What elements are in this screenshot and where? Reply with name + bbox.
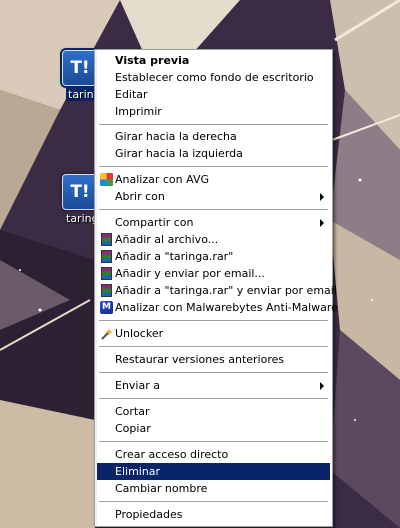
- menu-item-label: Propiedades: [115, 508, 183, 521]
- menu-item-label: Añadir a "taringa.rar" y enviar por emai…: [115, 284, 337, 297]
- menu-item-label: Compartir con: [115, 216, 194, 229]
- menu-item-imprimir[interactable]: Imprimir: [97, 103, 330, 120]
- avg-icon: [100, 173, 113, 186]
- winrar-icon: [101, 233, 112, 246]
- submenu-arrow-icon: [320, 219, 324, 227]
- menu-item-malwarebytes[interactable]: Analizar con Malwarebytes Anti-Malware: [97, 299, 338, 316]
- submenu-arrow-icon: [320, 382, 324, 390]
- menu-item-anadir-rar-enviar-email[interactable]: Añadir a "taringa.rar" y enviar por emai…: [97, 282, 337, 299]
- menu-item-anadir-archivo[interactable]: Añadir al archivo...: [97, 231, 330, 248]
- menu-item-anadir-taringa-rar[interactable]: Añadir a "taringa.rar": [97, 248, 330, 265]
- malwarebytes-icon: [100, 299, 113, 316]
- taringa-logo-icon: T!: [60, 48, 100, 88]
- taringa-logo-icon: T!: [62, 174, 98, 210]
- menu-item-compartir-con[interactable]: Compartir con: [97, 214, 330, 231]
- menu-separator: [99, 372, 328, 374]
- menu-item-label: Restaurar versiones anteriores: [115, 353, 285, 366]
- menu-separator: [99, 320, 328, 322]
- menu-item-label: Abrir con: [115, 190, 165, 203]
- menu-item-cortar[interactable]: Cortar: [97, 403, 330, 420]
- winrar-icon: [101, 284, 112, 297]
- menu-item-analizar-avg[interactable]: Analizar con AVG: [97, 171, 330, 188]
- menu-separator: [99, 124, 328, 126]
- menu-item-unlocker[interactable]: Unlocker: [97, 325, 330, 342]
- menu-item-editar[interactable]: Editar: [97, 86, 330, 103]
- menu-item-label: Añadir a "taringa.rar": [115, 250, 234, 263]
- menu-item-label: Establecer como fondo de escritorio: [115, 71, 314, 84]
- menu-item-label: Crear acceso directo: [115, 448, 229, 461]
- menu-separator: [99, 398, 328, 400]
- menu-item-label: Cortar: [115, 405, 150, 418]
- menu-item-girar-izquierda[interactable]: Girar hacia la izquierda: [97, 145, 330, 162]
- menu-item-abrir-con[interactable]: Abrir con: [97, 188, 330, 205]
- menu-item-label: Enviar a: [115, 379, 160, 392]
- menu-item-restaurar-versiones[interactable]: Restaurar versiones anteriores: [97, 351, 330, 368]
- menu-item-propiedades[interactable]: Propiedades: [97, 506, 330, 523]
- menu-item-label: Girar hacia la izquierda: [115, 147, 243, 160]
- context-menu: Vista previa Establecer como fondo de es…: [94, 49, 338, 527]
- menu-item-enviar-a[interactable]: Enviar a: [97, 377, 330, 394]
- menu-separator: [99, 209, 328, 211]
- menu-item-label: Editar: [115, 88, 148, 101]
- menu-separator: [99, 501, 328, 503]
- menu-item-fondo-escritorio[interactable]: Establecer como fondo de escritorio: [97, 69, 330, 86]
- winrar-icon: [101, 250, 112, 263]
- menu-item-cambiar-nombre[interactable]: Cambiar nombre: [97, 480, 330, 497]
- menu-item-anadir-enviar-email[interactable]: Añadir y enviar por email...: [97, 265, 330, 282]
- menu-separator: [99, 346, 328, 348]
- submenu-arrow-icon: [320, 193, 324, 201]
- winrar-icon: [101, 267, 112, 280]
- menu-separator: [99, 166, 328, 168]
- menu-item-label: Añadir al archivo...: [115, 233, 219, 246]
- menu-item-label: Girar hacia la derecha: [115, 130, 237, 143]
- menu-item-label: Añadir y enviar por email...: [115, 267, 265, 280]
- menu-item-label: Unlocker: [115, 327, 164, 340]
- menu-item-label: Analizar con AVG: [115, 173, 209, 186]
- menu-separator: [99, 441, 328, 443]
- menu-item-girar-derecha[interactable]: Girar hacia la derecha: [97, 128, 330, 145]
- menu-item-copiar[interactable]: Copiar: [97, 420, 330, 437]
- menu-item-crear-acceso-directo[interactable]: Crear acceso directo: [97, 446, 330, 463]
- menu-item-label: Vista previa: [115, 54, 190, 67]
- menu-item-label: Cambiar nombre: [115, 482, 208, 495]
- unlocker-wand-icon: [101, 328, 113, 340]
- menu-item-label: Analizar con Malwarebytes Anti-Malware: [115, 301, 338, 314]
- menu-item-label: Eliminar: [115, 465, 161, 478]
- menu-item-label: Copiar: [115, 422, 151, 435]
- menu-item-eliminar[interactable]: Eliminar: [97, 463, 330, 480]
- menu-item-label: Imprimir: [115, 105, 162, 118]
- menu-item-vista-previa[interactable]: Vista previa: [97, 52, 330, 69]
